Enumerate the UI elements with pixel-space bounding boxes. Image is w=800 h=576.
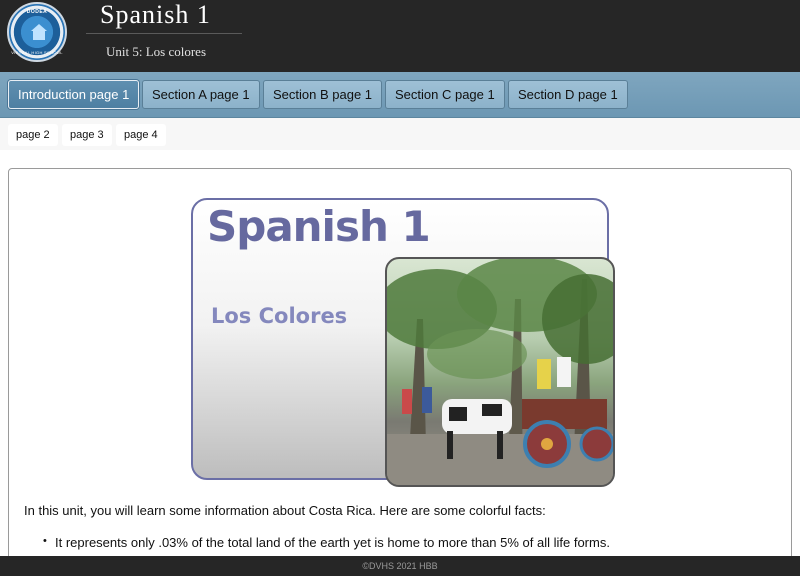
dodea-logo[interactable]: DODEA VIRTUAL HIGH SCHOOL bbox=[7, 2, 67, 62]
tab-section-a-page-1[interactable]: Section A page 1 bbox=[142, 80, 260, 109]
school-house-icon bbox=[31, 24, 47, 40]
content-panel: Spanish 1 Los Colores In this unit, you … bbox=[8, 168, 792, 568]
section-nav: Introduction page 1 Section A page 1 Sec… bbox=[0, 72, 800, 118]
page-subnav: page 2 page 3 page 4 bbox=[0, 118, 800, 150]
banner-subtitle: Los Colores bbox=[211, 304, 348, 328]
site-title: Spanish 1 bbox=[100, 0, 211, 29]
tab-section-b-page-1[interactable]: Section B page 1 bbox=[263, 80, 383, 109]
fact-list-item: It represents only .03% of the total lan… bbox=[43, 535, 610, 550]
tab-section-c-page-1[interactable]: Section C page 1 bbox=[385, 80, 505, 109]
site-footer: ©DVHS 2021 HBB bbox=[0, 556, 800, 576]
tab-section-d-page-1[interactable]: Section D page 1 bbox=[508, 80, 628, 109]
subtab-page-4[interactable]: page 4 bbox=[116, 124, 166, 146]
intro-paragraph: In this unit, you will learn some inform… bbox=[24, 503, 546, 518]
subtab-page-2[interactable]: page 2 bbox=[8, 124, 58, 146]
banner-title: Spanish 1 bbox=[207, 202, 431, 251]
logo-top-text: DODEA bbox=[26, 9, 48, 15]
tab-introduction-page-1[interactable]: Introduction page 1 bbox=[8, 80, 140, 109]
costa-rica-oxcart-photo bbox=[385, 257, 615, 487]
unit-subtitle: Unit 5: Los colores bbox=[106, 44, 207, 59]
site-header: DODEA VIRTUAL HIGH SCHOOL Spanish 1 Unit… bbox=[0, 0, 800, 72]
logo-side-text: VIRTUAL HIGH SCHOOL bbox=[11, 50, 63, 55]
subtab-page-3[interactable]: page 3 bbox=[62, 124, 112, 146]
title-divider bbox=[86, 33, 242, 34]
